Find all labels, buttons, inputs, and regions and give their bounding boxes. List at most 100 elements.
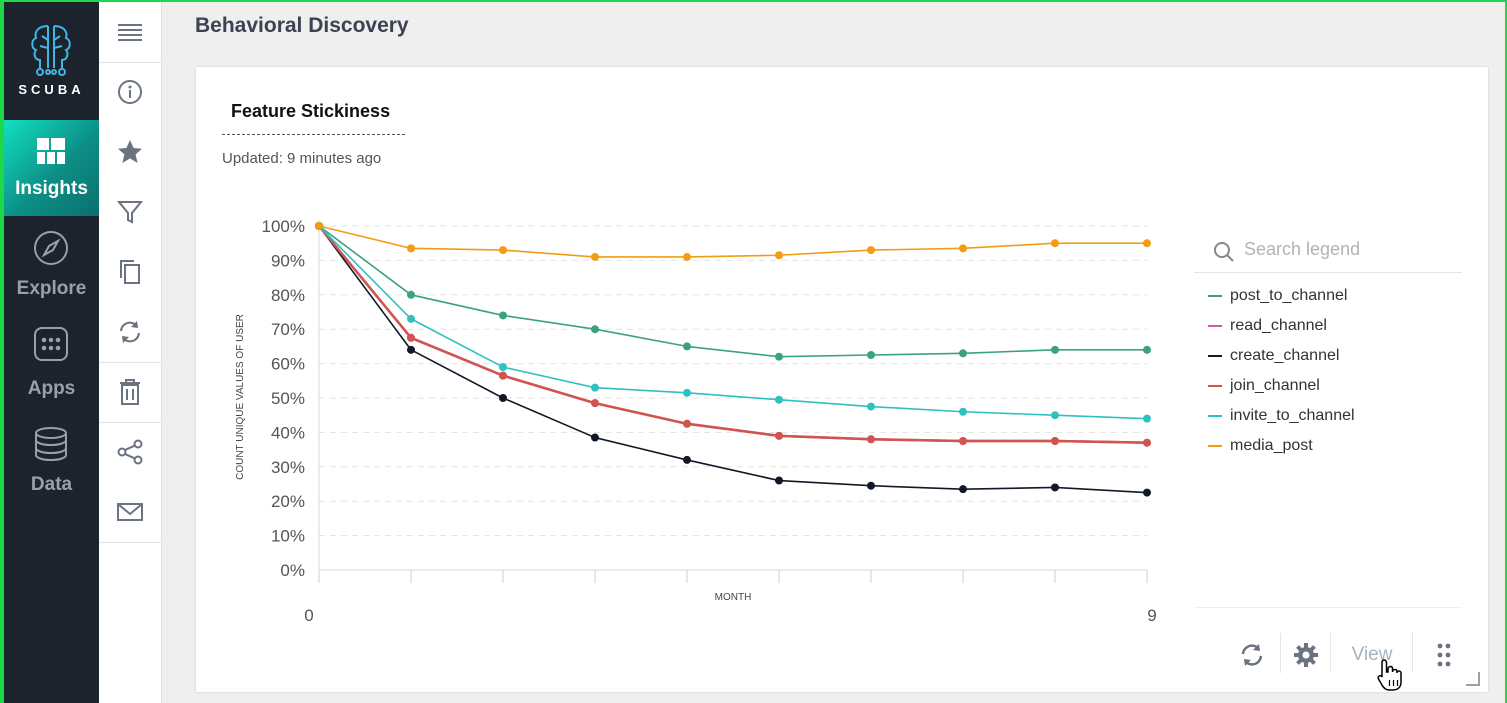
data-point-post_to_channel	[959, 349, 967, 358]
data-point-invite_to_channel	[591, 383, 599, 392]
data-point-post_to_channel	[591, 325, 599, 334]
drag-handle-button[interactable]	[1426, 635, 1462, 675]
data-point-media_post	[1051, 239, 1059, 248]
series-line-media_post	[318, 225, 1147, 258]
y-tick-label: 30%	[271, 458, 305, 477]
delete-button[interactable]	[99, 362, 161, 422]
legend-search-input[interactable]	[1242, 238, 1456, 261]
legend-label: media_post	[1230, 437, 1313, 454]
y-tick-label: 20%	[271, 492, 305, 511]
legend-item-invite_to_channel[interactable]: invite_to_channel	[1208, 401, 1355, 431]
share-icon	[117, 439, 143, 465]
scuba-brain-icon	[31, 25, 71, 76]
data-point-join_channel	[867, 435, 875, 444]
mail-icon	[117, 503, 143, 521]
database-icon	[35, 427, 67, 462]
legend-label: read_channel	[1230, 317, 1327, 334]
legend-swatch	[1208, 355, 1222, 357]
nav-label-insights: Insights	[15, 178, 88, 199]
data-point-create_channel	[867, 481, 875, 490]
menu-icon	[118, 24, 142, 41]
legend-swatch	[1208, 325, 1222, 327]
nav-item-data[interactable]: Data	[4, 412, 99, 508]
data-point-media_post	[315, 222, 323, 230]
copy-icon	[120, 260, 140, 284]
data-point-invite_to_channel	[775, 395, 783, 404]
data-point-create_channel	[775, 476, 783, 485]
series-line-join_channel	[318, 225, 1148, 444]
card-settings-button[interactable]	[1286, 635, 1326, 675]
legend-item-join_channel[interactable]: join_channel	[1208, 371, 1355, 401]
data-point-invite_to_channel	[867, 402, 875, 411]
nav-item-explore[interactable]: Explore	[4, 216, 99, 312]
star-icon	[118, 140, 142, 163]
series-line-read_channel	[318, 225, 1148, 444]
data-point-post_to_channel	[407, 290, 415, 299]
series-line-invite_to_channel	[318, 225, 1148, 420]
data-point-media_post	[867, 246, 875, 255]
refresh-icon	[120, 321, 140, 343]
y-tick-label: 60%	[271, 355, 305, 374]
filter-icon	[117, 201, 143, 224]
info-button[interactable]	[99, 62, 161, 122]
y-axis-title: COUNT UNIQUE VALUES OF USER	[235, 314, 246, 480]
data-point-create_channel	[1051, 483, 1059, 492]
nav-item-insights[interactable]: Insights	[4, 120, 99, 216]
data-point-join_channel	[499, 371, 507, 380]
y-tick-label: 70%	[271, 320, 305, 339]
legend-item-media_post[interactable]: media_post	[1208, 431, 1355, 461]
card-refresh-button[interactable]	[1232, 635, 1272, 675]
legend-item-post_to_channel[interactable]: post_to_channel	[1208, 281, 1355, 311]
nav-label-data: Data	[30, 474, 73, 495]
data-point-join_channel	[1051, 437, 1059, 445]
compass-icon	[34, 231, 68, 265]
data-point-invite_to_channel	[499, 363, 507, 372]
chart-card: Feature Stickiness Updated: 9 minutes ag…	[196, 67, 1488, 692]
data-point-post_to_channel	[867, 351, 875, 359]
refresh-button[interactable]	[99, 302, 161, 362]
y-tick-label: 40%	[271, 423, 305, 442]
menu-button[interactable]	[99, 2, 161, 62]
data-point-post_to_channel	[499, 311, 507, 320]
info-icon	[118, 80, 142, 104]
gear-icon	[1294, 643, 1318, 667]
nav-label-explore: Explore	[16, 278, 87, 299]
data-point-post_to_channel	[683, 342, 691, 351]
filter-button[interactable]	[99, 182, 161, 242]
data-point-media_post	[407, 244, 415, 253]
data-point-join_channel	[1143, 438, 1151, 447]
favorite-button[interactable]	[99, 122, 161, 182]
data-point-join_channel	[683, 419, 691, 428]
y-tick-label: 90%	[271, 251, 305, 270]
y-tick-label: 80%	[271, 286, 305, 305]
data-point-create_channel	[683, 455, 691, 464]
data-point-media_post	[591, 252, 599, 261]
legend-swatch	[1208, 445, 1222, 447]
nav-item-apps[interactable]: Apps	[4, 312, 99, 408]
legend-label: join_channel	[1230, 377, 1320, 394]
y-tick-label: 100%	[262, 217, 305, 236]
legend-item-create_channel[interactable]: create_channel	[1208, 341, 1355, 371]
email-button[interactable]	[99, 482, 161, 542]
legend-item-read_channel[interactable]: read_channel	[1208, 311, 1355, 341]
logo[interactable]: SCUBA	[4, 2, 99, 120]
legend-swatch	[1208, 415, 1222, 417]
data-point-invite_to_channel	[959, 407, 967, 416]
data-point-create_channel	[499, 394, 507, 402]
page-title: Behavioral Discovery	[195, 14, 409, 37]
data-point-join_channel	[591, 399, 599, 408]
search-icon	[1214, 242, 1234, 262]
legend-swatch	[1208, 385, 1222, 387]
y-tick-label: 50%	[271, 389, 305, 408]
share-button[interactable]	[99, 422, 161, 482]
legend: post_to_channel read_channel create_channe…	[1208, 281, 1355, 461]
data-point-post_to_channel	[1143, 345, 1151, 354]
data-point-create_channel	[959, 485, 967, 494]
legend-label: create_channel	[1230, 347, 1340, 364]
data-point-create_channel	[591, 433, 599, 442]
primary-nav: SCUBA Insights Explore Apps Data	[4, 2, 99, 703]
legend-swatch	[1208, 295, 1222, 297]
card-resize-handle[interactable]	[1466, 672, 1480, 686]
data-point-invite_to_channel	[407, 314, 415, 323]
copy-button[interactable]	[99, 242, 161, 302]
